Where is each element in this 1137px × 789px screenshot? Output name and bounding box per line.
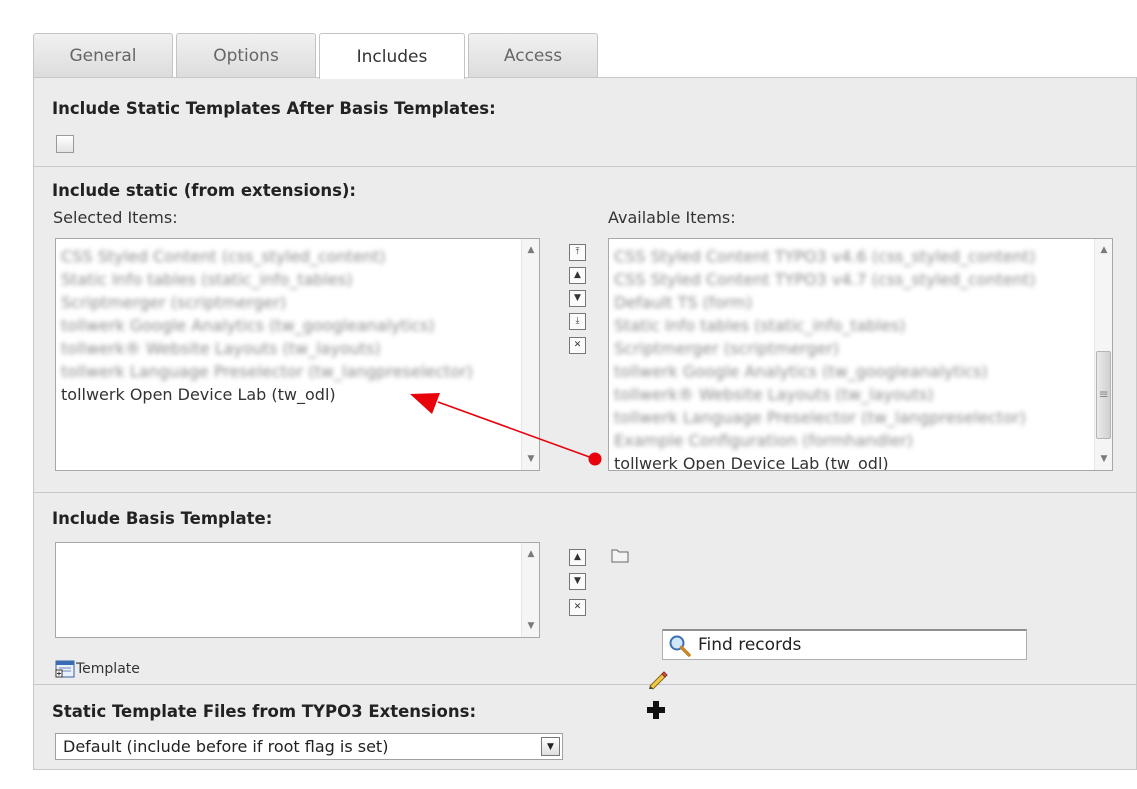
grip-icon: ≡	[1098, 387, 1109, 401]
search-icon	[669, 635, 691, 657]
remove-selected-icon[interactable]: ✕	[569, 337, 586, 354]
move-to-top-icon[interactable]: ⤒	[569, 244, 586, 261]
static-files-section: Static Template Files from TYPO3 Extensi…	[34, 685, 1136, 771]
static-after-basis-heading: Include Static Templates After Basis Tem…	[52, 99, 496, 118]
template-link[interactable]: Template	[76, 661, 140, 677]
static-files-heading: Static Template Files from TYPO3 Extensi…	[52, 702, 477, 721]
list-item[interactable]: Scriptmerger (scriptmerger)	[61, 291, 515, 314]
move-up-icon[interactable]: ▲	[569, 267, 586, 284]
list-item[interactable]: tollwerk Language Preselector (tw_langpr…	[614, 406, 1088, 429]
selected-items-label: Selected Items:	[53, 208, 178, 227]
list-item[interactable]: tollwerk® Website Layouts (tw_layouts)	[614, 383, 1088, 406]
includes-panel: Include Static Templates After Basis Tem…	[33, 77, 1137, 770]
static-after-basis-section: Include Static Templates After Basis Tem…	[34, 78, 1136, 167]
chevron-down-icon[interactable]: ▼	[541, 737, 560, 756]
scroll-thumb[interactable]: ≡	[1096, 351, 1111, 439]
tab-includes-label: Includes	[356, 46, 428, 67]
find-records-placeholder: Find records	[698, 635, 802, 655]
list-item[interactable]: Static Info tables (static_info_tables)	[61, 268, 515, 291]
available-items-label: Available Items:	[608, 208, 736, 227]
move-down-icon[interactable]: ▼	[569, 573, 586, 590]
list-item[interactable]: tollwerk Open Device Lab (tw_odl)	[614, 452, 1088, 470]
move-to-bottom-icon[interactable]: ⤓	[569, 313, 586, 330]
static-after-basis-checkbox[interactable]	[56, 135, 74, 153]
find-records-input[interactable]: Find records	[662, 629, 1027, 660]
list-item[interactable]: CSS Styled Content TYPO3 v4.6 (css_style…	[614, 245, 1088, 268]
basis-template-section: Include Basis Template: ▲ ▼ ▲ ▼ ✕ Find r…	[34, 493, 1136, 719]
list-item[interactable]: Static Info tables (static_info_tables)	[614, 314, 1088, 337]
scroll-up-icon[interactable]: ▲	[1095, 241, 1112, 259]
static-files-select[interactable]: Default (include before if root flag is …	[55, 733, 563, 760]
selected-list-scrollbar[interactable]: ▲ ▼	[521, 239, 539, 470]
list-item[interactable]: tollwerk Open Device Lab (tw_odl)	[61, 383, 515, 406]
scroll-up-icon[interactable]: ▲	[522, 545, 539, 563]
scroll-up-icon[interactable]: ▲	[522, 241, 539, 259]
scroll-down-icon[interactable]: ▼	[1095, 450, 1112, 468]
list-item[interactable]: tollwerk Google Analytics (tw_googleanal…	[614, 360, 1088, 383]
basis-template-heading: Include Basis Template:	[52, 509, 273, 528]
list-item[interactable]: tollwerk Language Preselector (tw_langpr…	[61, 360, 515, 383]
tab-access[interactable]: Access	[468, 33, 598, 78]
remove-selected-icon[interactable]: ✕	[569, 599, 586, 616]
tab-general[interactable]: General	[33, 33, 173, 78]
selected-items-list[interactable]: CSS Styled Content (css_styled_content) …	[55, 238, 540, 471]
basis-template-list[interactable]: ▲ ▼	[55, 542, 540, 638]
list-item[interactable]: Default TS (form)	[614, 291, 1088, 314]
tab-options[interactable]: Options	[176, 33, 316, 78]
tab-general-label: General	[69, 46, 137, 66]
static-files-selected-value: Default (include before if root flag is …	[63, 737, 389, 756]
scroll-down-icon[interactable]: ▼	[522, 450, 539, 468]
include-static-section: Include static (from extensions): Select…	[34, 167, 1136, 493]
selected-items: CSS Styled Content (css_styled_content) …	[61, 245, 515, 406]
available-items: CSS Styled Content TYPO3 v4.6 (css_style…	[614, 245, 1088, 470]
list-item[interactable]: Scriptmerger (scriptmerger)	[614, 337, 1088, 360]
available-items-list[interactable]: CSS Styled Content TYPO3 v4.6 (css_style…	[608, 238, 1113, 471]
list-item[interactable]: tollwerk® Website Layouts (tw_layouts)	[61, 337, 515, 360]
scroll-down-icon[interactable]: ▼	[522, 617, 539, 635]
list-item[interactable]: tollwerk Google Analytics (tw_googleanal…	[61, 314, 515, 337]
basis-list-scrollbar[interactable]: ▲ ▼	[521, 543, 539, 637]
move-up-icon[interactable]: ▲	[569, 549, 586, 566]
available-list-scrollbar[interactable]: ▲ ≡ ▼	[1094, 239, 1112, 470]
move-down-icon[interactable]: ▼	[569, 290, 586, 307]
list-item[interactable]: CSS Styled Content (css_styled_content)	[61, 245, 515, 268]
template-record-icon[interactable]	[55, 660, 75, 678]
tab-includes[interactable]: Includes	[319, 33, 465, 79]
tab-access-label: Access	[503, 46, 563, 66]
list-item[interactable]: Example Configuration (formhandler)	[614, 429, 1088, 452]
tab-bar: General Options Includes Access	[33, 33, 601, 79]
tab-options-label: Options	[213, 46, 279, 66]
folder-icon[interactable]	[611, 548, 629, 563]
include-static-heading: Include static (from extensions):	[52, 181, 357, 200]
list-item[interactable]: CSS Styled Content TYPO3 v4.7 (css_style…	[614, 268, 1088, 291]
